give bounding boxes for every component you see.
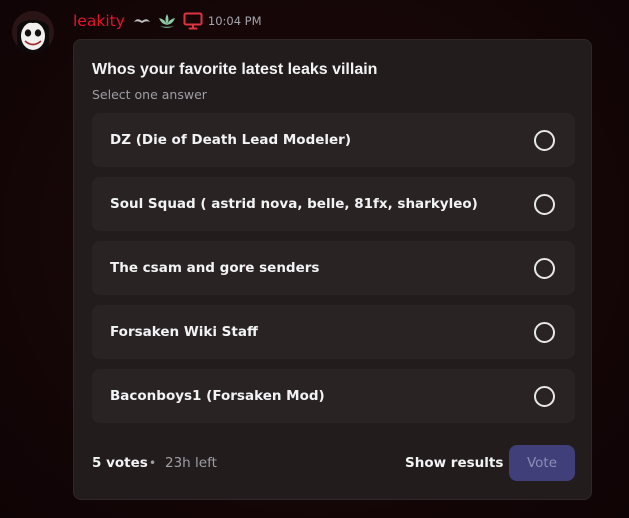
desktop-icon <box>183 12 203 30</box>
avatar[interactable] <box>12 11 54 53</box>
lotus-icon <box>157 12 177 30</box>
poll-footer: 5 votes • 23h left Show results Vote <box>92 445 575 481</box>
separator-dot: • <box>149 456 157 470</box>
vote-count: 5 votes <box>92 455 148 471</box>
radio-button[interactable] <box>534 322 555 343</box>
poll-hint: Select one answer <box>92 87 207 102</box>
poll-answer-label: Soul Squad ( astrid nova, belle, 81fx, s… <box>110 196 478 212</box>
poll-answers: DZ (Die of Death Lead Modeler) Soul Squa… <box>92 113 575 433</box>
timestamp: 10:04 PM <box>207 14 262 28</box>
username[interactable]: leakity <box>73 10 125 32</box>
mustache-icon <box>133 17 151 25</box>
poll-answer-option[interactable]: DZ (Die of Death Lead Modeler) <box>92 113 575 167</box>
show-results-button[interactable]: Show results <box>405 454 503 472</box>
poll-question: Whos your favorite latest leaks villain <box>92 61 378 78</box>
poll-card: Whos your favorite latest leaks villain … <box>73 39 592 500</box>
poll-answer-label: Baconboys1 (Forsaken Mod) <box>110 388 325 404</box>
radio-button[interactable] <box>534 258 555 279</box>
radio-button[interactable] <box>534 130 555 151</box>
poll-answer-label: The csam and gore senders <box>110 260 320 276</box>
message-header: leakity 10:04 PM <box>73 10 262 32</box>
poll-answer-option[interactable]: Forsaken Wiki Staff <box>92 305 575 359</box>
poll-answer-label: DZ (Die of Death Lead Modeler) <box>110 132 352 148</box>
poll-answer-option[interactable]: Soul Squad ( astrid nova, belle, 81fx, s… <box>92 177 575 231</box>
time-left: 23h left <box>165 455 217 471</box>
radio-button[interactable] <box>534 386 555 407</box>
vote-button[interactable]: Vote <box>509 445 575 481</box>
radio-button[interactable] <box>534 194 555 215</box>
avatar-image <box>12 11 54 53</box>
poll-answer-option[interactable]: The csam and gore senders <box>92 241 575 295</box>
poll-answer-label: Forsaken Wiki Staff <box>110 324 258 340</box>
poll-answer-option[interactable]: Baconboys1 (Forsaken Mod) <box>92 369 575 423</box>
